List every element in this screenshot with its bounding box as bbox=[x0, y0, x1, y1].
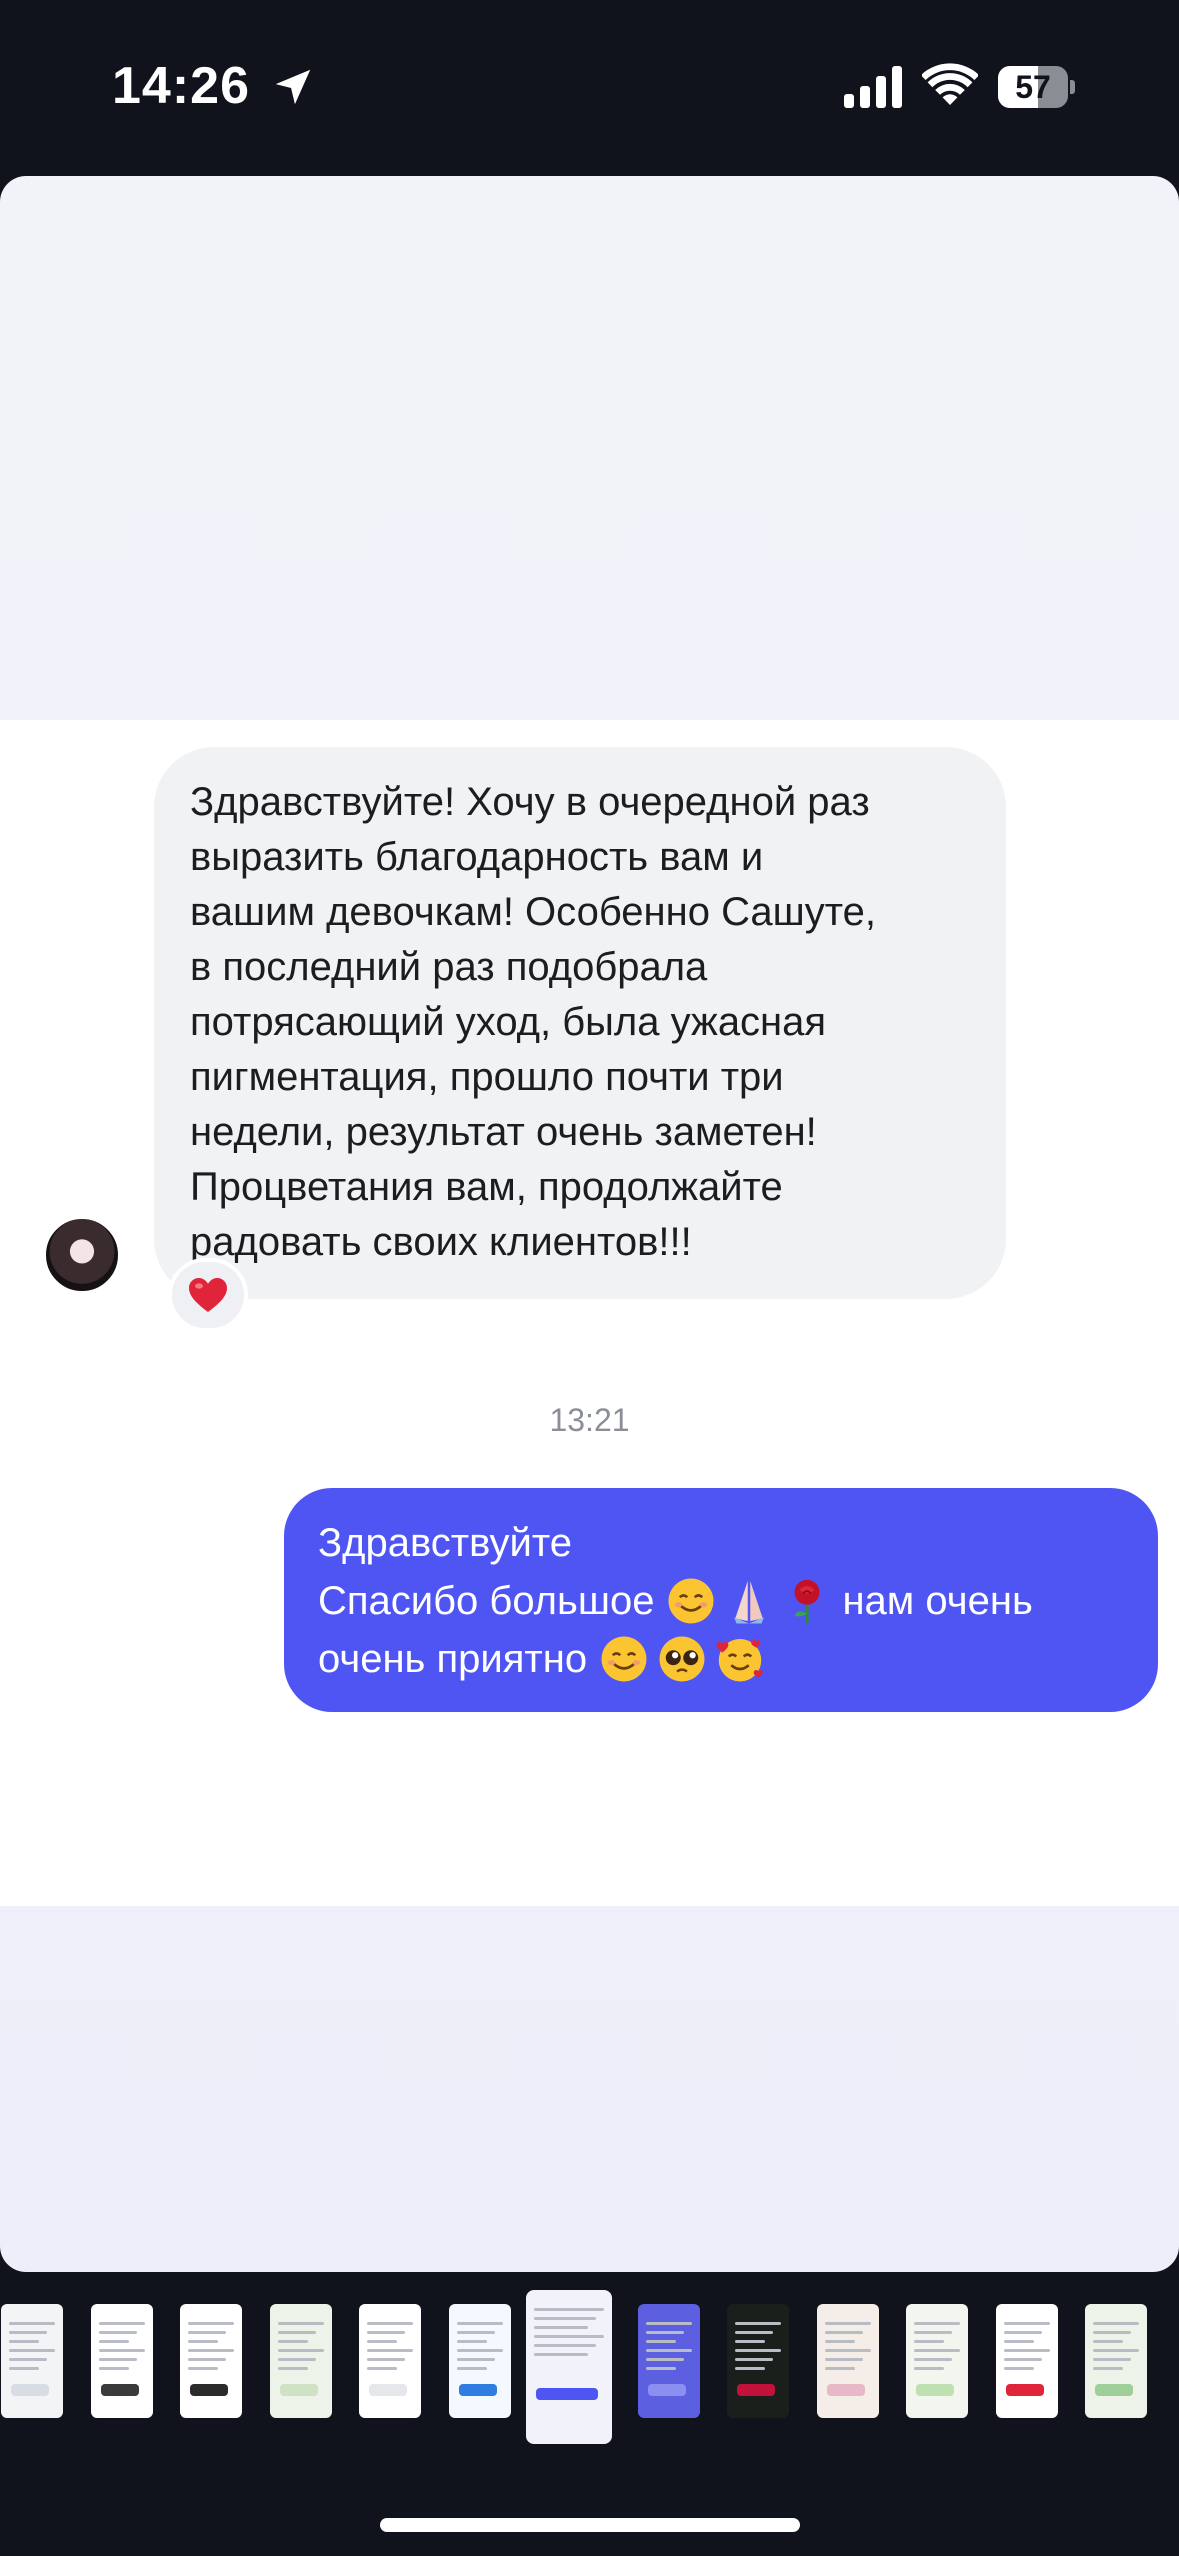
rose-icon bbox=[794, 1579, 820, 1624]
outgoing-line-2: Спасибо большое нам очень bbox=[318, 1572, 1128, 1630]
thumbnail-strip[interactable] bbox=[0, 2286, 1179, 2446]
reaction-badge bbox=[168, 1258, 248, 1332]
battery-icon: 57 bbox=[998, 66, 1075, 108]
thumbnail[interactable] bbox=[269, 2304, 332, 2418]
outgoing-line-3-text: очень приятно bbox=[318, 1637, 588, 1681]
home-indicator[interactable] bbox=[380, 2518, 800, 2532]
thumbnail[interactable] bbox=[727, 2304, 789, 2418]
outgoing-line-2-text: Спасибо большое bbox=[318, 1579, 655, 1623]
thumbnail[interactable] bbox=[906, 2304, 968, 2418]
status-time: 14:26 bbox=[112, 57, 250, 115]
thumbnail[interactable] bbox=[359, 2304, 421, 2418]
thumbnail[interactable] bbox=[995, 2304, 1058, 2418]
smiling-face-with-hearts-icon bbox=[716, 1639, 763, 1682]
folded-hands-icon bbox=[734, 1581, 765, 1624]
smiling-face-icon bbox=[668, 1578, 714, 1624]
pleading-face-icon bbox=[659, 1636, 705, 1682]
outgoing-line-1-text: Здравствуйте bbox=[318, 1521, 572, 1565]
message-timestamp: 13:21 bbox=[549, 1402, 630, 1438]
sender-avatar bbox=[44, 1217, 120, 1293]
incoming-message-bubble: Здравствуйте! Хочу в очередной раз выраз… bbox=[154, 747, 1006, 1299]
smiling-face-icon bbox=[601, 1636, 647, 1682]
location-arrow-icon bbox=[275, 69, 311, 105]
chat-screenshot: Здравствуйте! Хочу в очередной раз выраз… bbox=[0, 720, 1179, 1906]
thumbnail-selected[interactable] bbox=[526, 2290, 612, 2444]
thumbnail[interactable] bbox=[637, 2304, 700, 2418]
incoming-message-text: Здравствуйте! Хочу в очередной раз выраз… bbox=[190, 780, 876, 1264]
outgoing-line-3: очень приятно bbox=[318, 1630, 1128, 1688]
thumbnail[interactable] bbox=[816, 2304, 879, 2418]
screenshot-viewer[interactable]: Здравствуйте! Хочу в очередной раз выраз… bbox=[0, 176, 1179, 2272]
outgoing-message-bubble: Здравствуйте Спасибо большое нам очень о… bbox=[284, 1488, 1158, 1712]
thumbnail[interactable] bbox=[180, 2304, 242, 2418]
status-bar: 14:26 57 bbox=[0, 0, 1179, 176]
outgoing-line-1: Здравствуйте bbox=[318, 1514, 1128, 1572]
thumbnail[interactable] bbox=[1, 2304, 63, 2418]
wifi-icon bbox=[922, 63, 978, 105]
thumbnail[interactable] bbox=[448, 2304, 511, 2418]
battery-level: 57 bbox=[1015, 69, 1051, 105]
thumbnail[interactable] bbox=[1085, 2304, 1147, 2418]
heart-emoji-icon bbox=[189, 1278, 227, 1312]
cellular-signal-icon bbox=[844, 66, 902, 108]
outgoing-line-2-tail: нам очень bbox=[842, 1579, 1033, 1623]
thumbnail[interactable] bbox=[90, 2304, 153, 2418]
